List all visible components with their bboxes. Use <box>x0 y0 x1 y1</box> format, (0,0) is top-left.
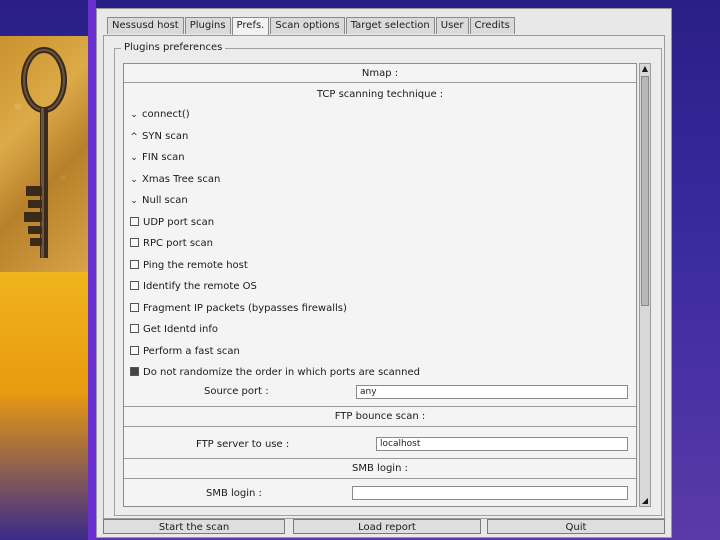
purple-divider <box>88 0 96 540</box>
checkbox-icon <box>130 238 139 247</box>
divider <box>124 426 636 427</box>
vertical-scrollbar[interactable]: ▲ ◢ <box>639 63 651 507</box>
divider <box>124 458 636 459</box>
radio-unselected-icon: ^ <box>130 132 138 142</box>
checkbox-ping-remote-host[interactable]: Ping the remote host <box>128 259 248 273</box>
group-legend: Plugins preferences <box>121 42 226 53</box>
smb-login-input[interactable] <box>352 486 628 500</box>
source-port-input[interactable] <box>356 385 628 399</box>
scroll-up-arrow-icon[interactable]: ▲ <box>640 64 650 74</box>
radio-selected-icon: ⌄ <box>130 110 138 120</box>
scroll-thumb[interactable] <box>641 76 649 306</box>
gold-gradient-bar <box>0 272 90 540</box>
radio-fin-scan[interactable]: ⌄ FIN scan <box>128 151 184 165</box>
radio-null-scan[interactable]: ⌄ Null scan <box>128 194 188 208</box>
checkbox-icon <box>130 324 139 333</box>
source-port-label: Source port : <box>204 386 269 397</box>
checkbox-fast-scan[interactable]: Perform a fast scan <box>128 345 240 359</box>
tab-nessusd-host[interactable]: Nessusd host <box>107 17 184 34</box>
tab-target-selection[interactable]: Target selection <box>345 17 435 34</box>
checkbox-get-identd-info[interactable]: Get Identd info <box>128 323 218 337</box>
checkbox-icon <box>130 260 139 269</box>
quit-button[interactable]: Quit <box>487 519 665 534</box>
antique-key-image <box>0 36 90 272</box>
smb-login-header: SMB login : <box>352 463 408 474</box>
checkbox-icon <box>130 217 139 226</box>
checkbox-udp-port-scan[interactable]: UDP port scan <box>128 216 214 230</box>
checkbox-identify-remote-os[interactable]: Identify the remote OS <box>128 280 257 294</box>
ftp-bounce-header: FTP bounce scan : <box>334 411 426 422</box>
smb-login-label: SMB login : <box>206 488 262 499</box>
radio-xmas-tree-scan[interactable]: ⌄ Xmas Tree scan <box>128 173 220 187</box>
tcp-technique-header: TCP scanning technique : <box>316 89 444 100</box>
tab-plugins[interactable]: Plugins <box>184 17 231 34</box>
ftp-server-input[interactable] <box>376 437 628 451</box>
divider <box>124 82 636 83</box>
tab-user[interactable]: User <box>435 17 469 34</box>
radio-selected-icon: ⌄ <box>130 153 138 163</box>
ftp-server-label: FTP server to use : <box>196 439 290 450</box>
checkbox-rpc-port-scan[interactable]: RPC port scan <box>128 237 213 251</box>
radio-connect[interactable]: ⌄ connect() <box>128 108 189 122</box>
checkbox-icon <box>130 281 139 290</box>
divider <box>124 478 636 479</box>
tab-scan-options[interactable]: Scan options <box>270 17 345 34</box>
checkbox-fragment-ip-packets[interactable]: Fragment IP packets (bypasses firewalls) <box>128 302 347 316</box>
divider <box>124 406 636 407</box>
tab-bar: Nessusd host Plugins Prefs. Scan options… <box>107 17 516 35</box>
start-scan-button[interactable]: Start the scan <box>103 519 285 534</box>
bottom-button-bar: Start the scan Load report Quit <box>103 519 665 535</box>
nmap-header: Nmap : <box>361 68 399 79</box>
radio-syn-scan[interactable]: ^ SYN scan <box>128 130 188 144</box>
nessus-window: Nessusd host Plugins Prefs. Scan options… <box>96 8 672 538</box>
tab-credits[interactable]: Credits <box>469 17 515 34</box>
checkbox-icon <box>130 303 139 312</box>
checkbox-checked-icon <box>130 367 139 376</box>
checkbox-icon <box>130 346 139 355</box>
preferences-scroll-pane[interactable]: Nmap : TCP scanning technique : ⌄ connect… <box>123 63 637 507</box>
prefs-tab-panel: Plugins preferences Nmap : TCP scanning … <box>103 35 665 519</box>
radio-selected-icon: ⌄ <box>130 175 138 185</box>
radio-selected-icon: ⌄ <box>130 196 138 206</box>
load-report-button[interactable]: Load report <box>293 519 481 534</box>
tab-prefs[interactable]: Prefs. <box>231 17 270 35</box>
slide-decoration <box>0 0 92 540</box>
plugins-preferences-group: Plugins preferences Nmap : TCP scanning … <box>114 42 662 516</box>
resize-grip-icon[interactable]: ◢ <box>640 496 650 506</box>
checkbox-do-not-randomize-ports[interactable]: Do not randomize the order in which port… <box>128 366 420 380</box>
